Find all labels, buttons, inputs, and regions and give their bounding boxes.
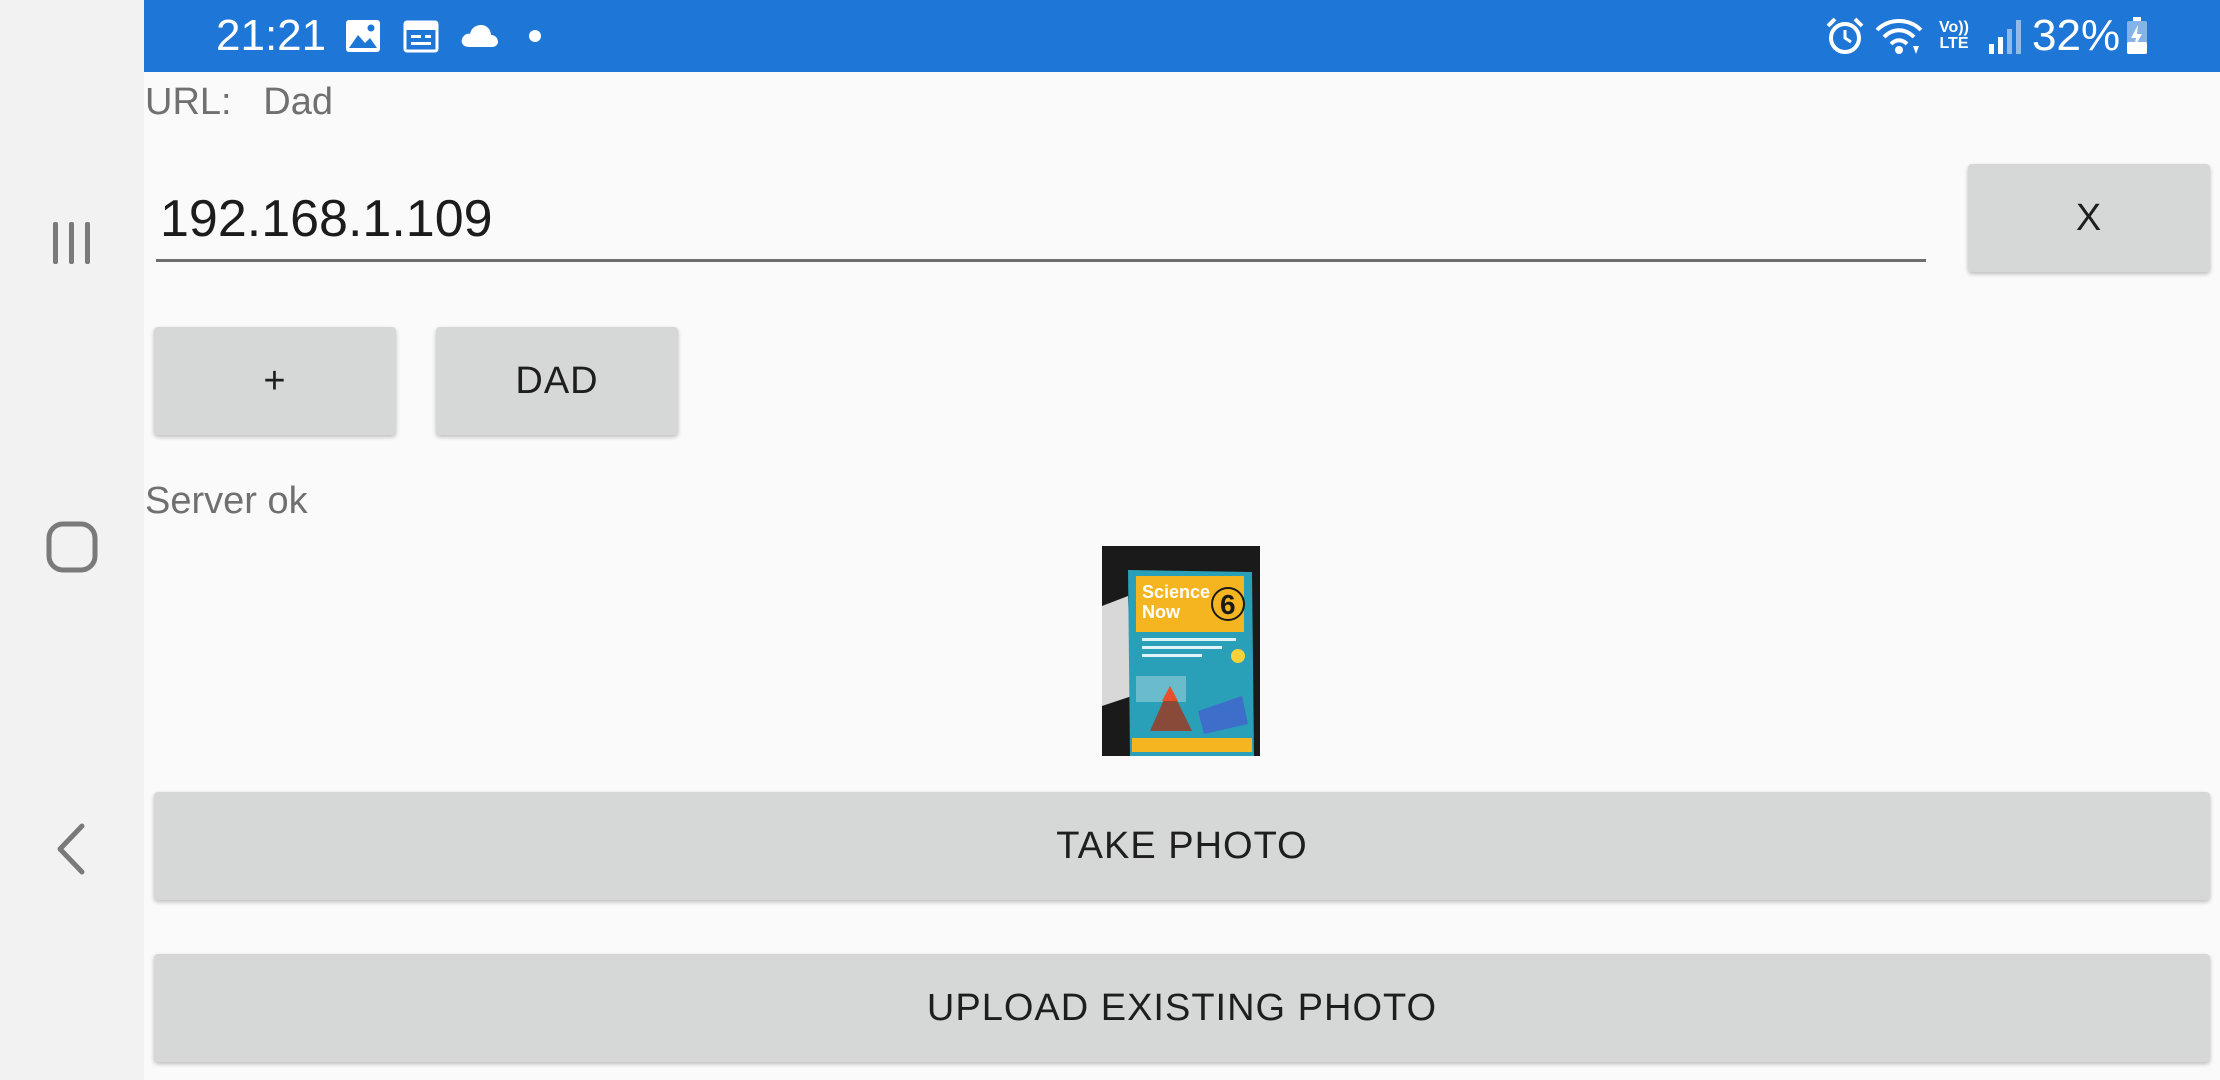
navigation-bar	[0, 0, 144, 1080]
url-label: URL:	[145, 81, 232, 123]
dad-server-button[interactable]: DAD	[436, 327, 678, 435]
url-row: URL: Dad	[145, 78, 333, 126]
battery-percent: 32%	[2032, 11, 2121, 60]
server-status: Server ok	[145, 480, 308, 522]
url-input[interactable]	[156, 178, 1926, 262]
gallery-icon	[344, 17, 382, 55]
calendar-icon	[402, 17, 440, 55]
book-number: 6	[1220, 589, 1236, 620]
signal-icon	[1986, 17, 2022, 55]
alarm-icon	[1824, 17, 1866, 55]
book-photo-thumbnail: Science Now 6	[1102, 546, 1260, 756]
main-content: URL: Dad X + DAD Server ok Science Now 6…	[144, 72, 2220, 1080]
book-title-line1: Science	[1142, 582, 1210, 602]
clear-url-button[interactable]: X	[1968, 164, 2210, 272]
back-icon[interactable]	[37, 814, 107, 884]
dot-icon	[528, 17, 542, 55]
recent-apps-icon[interactable]	[37, 208, 107, 278]
volte-icon: Vo)) LTE	[1939, 19, 1969, 52]
book-title-line2: Now	[1142, 602, 1181, 622]
upload-existing-photo-button[interactable]: UPLOAD EXISTING PHOTO	[154, 954, 2210, 1062]
selected-server-name: Dad	[263, 81, 333, 123]
status-bar: 21:21 Vo)) LTE 32%	[144, 0, 2220, 72]
home-icon[interactable]	[37, 512, 107, 582]
add-server-button[interactable]: +	[154, 327, 396, 435]
cloud-icon	[458, 17, 500, 55]
status-time: 21:21	[216, 11, 327, 60]
take-photo-button[interactable]: TAKE PHOTO	[154, 792, 2210, 900]
battery-charging-icon	[2124, 17, 2150, 55]
wifi-icon	[1874, 17, 1924, 55]
